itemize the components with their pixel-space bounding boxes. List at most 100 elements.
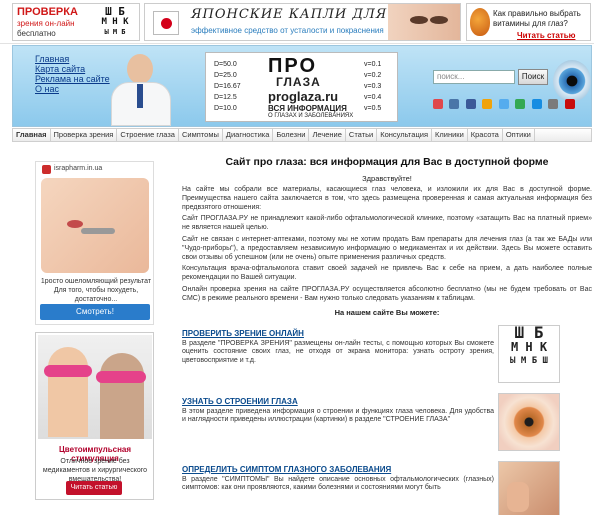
vitamins-promo[interactable]: Как правильно выбрать витамины для глаз?… bbox=[466, 3, 591, 41]
nav-item-treatment[interactable]: Лечение bbox=[309, 129, 346, 141]
thumb-line-2: М Н К bbox=[510, 339, 548, 354]
nav-item-beauty[interactable]: Красота bbox=[468, 129, 503, 141]
ad-source-logo-icon bbox=[42, 165, 51, 174]
section-text-vision-test: В разделе "ПРОВЕРКА ЗРЕНИЯ" размещены он… bbox=[182, 339, 494, 365]
japan-flag-icon bbox=[153, 11, 179, 35]
can-do-heading: На нашем сайте Вы можете: bbox=[334, 307, 440, 317]
header-link-advertise[interactable]: Реклама на сайте bbox=[35, 74, 110, 84]
eye-anatomy-thumbnail[interactable] bbox=[498, 392, 560, 451]
board-right-scale: v=0.1 v=0.2 v=0.3 v=0.4 v=0.5 bbox=[364, 59, 381, 114]
promo2-tagline: эффективное средство от усталости и покр… bbox=[191, 26, 384, 35]
board-right-0: v=0.1 bbox=[364, 61, 382, 68]
promo3-read-link[interactable]: Читать статью bbox=[517, 31, 575, 40]
board-right-2: v=0.3 bbox=[364, 83, 382, 90]
board-right-4: v=0.5 bbox=[364, 105, 382, 112]
promo1-note: бесплатно bbox=[17, 29, 56, 38]
social-icons bbox=[433, 96, 577, 109]
social-icon-4[interactable] bbox=[482, 99, 493, 109]
thumb-line-1: Ш Б bbox=[514, 322, 544, 342]
main-nav: Главная Проверка зрения Строение глаза Симп… bbox=[12, 128, 592, 142]
header-link-about[interactable]: О нас bbox=[35, 84, 110, 94]
social-icon-1[interactable] bbox=[433, 99, 443, 109]
section-text-anatomy: В этом разделе приведена информация о ст… bbox=[182, 407, 494, 424]
section-text-symptoms: В разделе "СИМПТОМЫ" Вы найдете описание… bbox=[182, 475, 494, 492]
paragraph-clinic: Сайт ПРОГЛАЗА.РУ не принадлежит какой-ли… bbox=[182, 215, 592, 232]
doctor-image bbox=[109, 54, 177, 126]
nav-item-vision-test[interactable]: Проверка зрения bbox=[51, 129, 118, 141]
page: ПРОВЕРКА зрения он-лайн бесплатно Ш Б М … bbox=[0, 0, 594, 515]
top-banner-bar: ПРОВЕРКА зрения он-лайн бесплатно Ш Б М … bbox=[0, 0, 594, 44]
chart-line-2: М Н К bbox=[101, 17, 129, 27]
nav-item-consultation[interactable]: Консультация bbox=[377, 129, 433, 141]
board-left-2: D=16.67 bbox=[214, 83, 241, 90]
social-icon-7[interactable] bbox=[531, 99, 542, 109]
section-link-anatomy[interactable]: УЗНАТЬ О СТРОЕНИИ ГЛАЗА bbox=[182, 397, 298, 406]
header-links: Главная Карта сайта Реклама на сайте О н… bbox=[35, 54, 110, 94]
promo3-question: Как правильно выбрать витамины для глаз? bbox=[493, 9, 581, 28]
eye-drops-promo[interactable]: ЯПОНСКИЕ КАПЛИ ДЛЯ ГЛАЗ эффективное сред… bbox=[144, 3, 461, 41]
board-right-1: v=0.2 bbox=[364, 72, 382, 79]
eye-chart-icon: Ш Б М Н К Ы М Б bbox=[95, 5, 135, 39]
section-symptoms: ОПРЕДЕЛИТЬ СИМПТОМ ГЛАЗНОГО ЗАБОЛЕВАНИЯ … bbox=[182, 460, 592, 515]
nav-item-diagnostics[interactable]: Диагностика bbox=[223, 129, 274, 141]
board-left-3: D=12.5 bbox=[214, 94, 237, 101]
logo-big-text: ПРО bbox=[268, 55, 318, 77]
board-left-0: D=50.0 bbox=[214, 61, 237, 68]
ad2-read-button[interactable]: Читать статью bbox=[66, 481, 122, 495]
main-content: Сайт про глаза: вся информация для Вас в… bbox=[182, 150, 592, 515]
eye-chart-board: D=50.0 D=25.0 D=16.67 D=12.5 D=10.0 ПРО … bbox=[205, 52, 398, 122]
section-link-vision-test[interactable]: ПРОВЕРИТЬ ЗРЕНИЕ ОНЛАЙН bbox=[182, 329, 304, 338]
search-input[interactable]: поиск... bbox=[433, 70, 515, 84]
nav-item-clinics[interactable]: Клиники bbox=[432, 129, 468, 141]
nav-item-anatomy[interactable]: Строение глаза bbox=[117, 129, 179, 141]
site-info: ВСЯ ИНФОРМАЦИЯ bbox=[268, 104, 347, 113]
paragraph-online-test: Онлайн проверка зрения на сайте ПРОГЛАЗА… bbox=[182, 285, 592, 302]
header-link-home[interactable]: Главная bbox=[35, 54, 110, 64]
nav-item-diseases[interactable]: Болезни bbox=[273, 129, 310, 141]
greeting: Здравствуйте! bbox=[362, 174, 412, 183]
nav-item-articles[interactable]: Статьи bbox=[346, 129, 378, 141]
ad2-text: Отличное зрение без медикаментов и хирур… bbox=[42, 458, 148, 483]
chart-line-3: Ы М Б bbox=[104, 28, 126, 36]
nav-item-home[interactable]: Главная bbox=[13, 129, 51, 141]
logo-second-text: ГЛАЗА bbox=[276, 75, 321, 89]
woman-eyes-image bbox=[388, 4, 460, 40]
color-stimulation-ad[interactable]: Цветоимпульсная стимуляция Отличное зрен… bbox=[35, 332, 154, 500]
chart-line-1: Ш Б bbox=[105, 5, 125, 18]
social-icon-6[interactable] bbox=[515, 99, 526, 109]
paragraph-consultation: Консультация врача-офтальмолога ставит с… bbox=[182, 265, 592, 282]
paragraph-pharmacy: Сайт не связан с интернет-аптеками, поэт… bbox=[182, 235, 592, 261]
site-header: Главная Карта сайта Реклама на сайте О н… bbox=[12, 45, 592, 127]
symptom-thumbnail[interactable] bbox=[498, 460, 560, 515]
board-left-scale: D=50.0 D=25.0 D=16.67 D=12.5 D=10.0 bbox=[214, 59, 241, 114]
social-icon-5[interactable] bbox=[498, 99, 509, 109]
section-link-symptoms[interactable]: ОПРЕДЕЛИТЬ СИМПТОМ ГЛАЗНОГО ЗАБОЛЕВАНИЯ bbox=[182, 465, 391, 474]
promo1-subtitle: зрения он-лайн bbox=[17, 19, 75, 28]
site-domain: proglaza.ru bbox=[268, 89, 339, 104]
social-icon-9[interactable] bbox=[564, 99, 575, 109]
section-anatomy: УЗНАТЬ О СТРОЕНИИ ГЛАЗА В этом разделе п… bbox=[182, 392, 592, 453]
fruit-icon bbox=[470, 8, 490, 36]
ad2-image bbox=[38, 335, 152, 439]
board-left-1: D=25.0 bbox=[214, 72, 237, 79]
header-link-sitemap[interactable]: Карта сайта bbox=[35, 64, 110, 74]
site-info-2: О ГЛАЗАХ И ЗАБОЛЕВАНИЯХ bbox=[268, 113, 354, 119]
thumb-line-3: Ы М Б Ш bbox=[510, 355, 548, 366]
eye-chart-thumbnail[interactable]: Ш Б М Н К Ы М Б Ш bbox=[498, 322, 560, 383]
board-left-4: D=10.0 bbox=[214, 105, 237, 112]
page-title: Сайт про глаза: вся информация для Вас в… bbox=[225, 156, 549, 168]
nav-item-symptoms[interactable]: Симптомы bbox=[179, 129, 223, 141]
social-icon-8[interactable] bbox=[548, 99, 559, 109]
ad-text: 1росто ошеломляющий результат Для того, … bbox=[40, 278, 152, 303]
ad-image bbox=[41, 178, 149, 273]
ad-watch-button[interactable]: Смотреть! bbox=[40, 304, 150, 320]
nav-item-optics[interactable]: Оптики bbox=[503, 129, 535, 141]
vision-test-promo[interactable]: ПРОВЕРКА зрения он-лайн бесплатно Ш Б М … bbox=[12, 3, 140, 41]
intro-paragraph: На сайте мы собрали все материалы, касаю… bbox=[182, 186, 592, 211]
social-icon-3[interactable] bbox=[465, 99, 476, 109]
ad-source: israpharm.in.ua bbox=[54, 165, 103, 172]
section-vision-test: ПРОВЕРИТЬ ЗРЕНИЕ ОНЛАЙН В разделе "ПРОВЕ… bbox=[182, 322, 592, 385]
diet-ad[interactable]: israpharm.in.ua 1росто ошеломляющий резу… bbox=[35, 161, 154, 325]
search-button[interactable]: Поиск bbox=[518, 69, 548, 85]
social-icon-2[interactable] bbox=[449, 99, 460, 109]
